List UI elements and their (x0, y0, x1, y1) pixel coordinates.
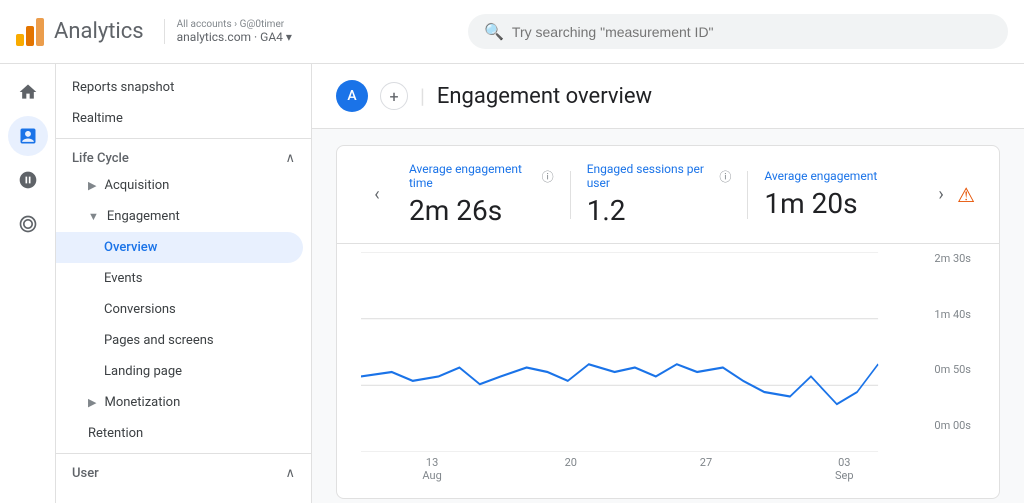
sidebar-item-pages-and-screens[interactable]: Pages and screens (56, 325, 303, 356)
nav-reports[interactable] (8, 116, 48, 156)
sidebar-item-events[interactable]: Events (56, 263, 303, 294)
page-title: Engagement overview (437, 84, 652, 109)
x-label-2: 27 (700, 456, 712, 482)
warning-icon: ⚠ (957, 183, 975, 207)
chart-area: 2m 30s 1m 40s 0m 50s 0m 00s (337, 244, 999, 498)
sidebar-item-realtime[interactable]: Realtime (56, 103, 311, 134)
info-icon-1[interactable]: ⓘ (719, 168, 731, 185)
account-path: All accounts › G@0timer (177, 19, 292, 30)
sidebar-item-monetization[interactable]: ▶ Monetization (56, 387, 303, 418)
metric-avg-engagement-time: Average engagement time ⓘ 2m 26s (393, 162, 570, 227)
metric-avg-engagement: Average engagement 1m 20s (748, 169, 925, 220)
sidebar-item-overview[interactable]: Overview (56, 232, 303, 263)
main-layout: Reports snapshot Realtime Life Cycle ∧ ▶… (0, 64, 1024, 503)
next-metric-button[interactable]: › (925, 179, 957, 211)
search-icon: 🔍 (484, 22, 504, 41)
x-label-1: 20 (565, 456, 577, 482)
sidebar-item-conversions[interactable]: Conversions (56, 294, 303, 325)
sidebar: Reports snapshot Realtime Life Cycle ∧ ▶… (56, 64, 312, 503)
nav-explore[interactable] (8, 160, 48, 200)
account-name: analytics.com · GA4 ▾ (177, 30, 292, 44)
sidebar-divider (56, 138, 311, 139)
logo-icon (16, 18, 44, 46)
metric-label-0: Average engagement time ⓘ (409, 162, 554, 190)
sidebar-section-lifecycle: Life Cycle ∧ (56, 143, 311, 170)
logo-bar-2 (26, 26, 34, 46)
x-label-3: 03 Sep (835, 456, 854, 482)
chart-x-axis: 13 Aug 20 27 03 Sep (361, 452, 975, 482)
page-header: A + | Engagement overview (312, 64, 1024, 129)
sidebar-item-engagement[interactable]: ▼ Engagement (56, 201, 303, 232)
chevron-down-icon: ▼ (88, 210, 99, 223)
info-icon-0[interactable]: ⓘ (542, 168, 554, 185)
chevron-up-icon-user: ∧ (285, 466, 295, 481)
logo-bar-3 (36, 18, 44, 46)
metric-value-0: 2m 26s (409, 194, 554, 227)
metrics-row: ‹ Average engagement time ⓘ 2m 26s Engag… (337, 146, 999, 244)
prev-metric-button[interactable]: ‹ (361, 179, 393, 211)
topbar: Analytics All accounts › G@0timer analyt… (0, 0, 1024, 64)
y-label-1: 1m 40s (934, 308, 971, 321)
chart-y-axis: 2m 30s 1m 40s 0m 50s 0m 00s (934, 252, 975, 432)
account-info[interactable]: All accounts › G@0timer analytics.com · … (164, 19, 292, 44)
app-title: Analytics (54, 19, 144, 44)
sidebar-item-landing-page[interactable]: Landing page (56, 356, 303, 387)
content-area: A + | Engagement overview ‹ Average enga… (312, 64, 1024, 503)
avatar-button[interactable]: A (336, 80, 368, 112)
logo-bar-1 (16, 34, 24, 46)
sidebar-item-acquisition[interactable]: ▶ Acquisition (56, 170, 303, 201)
metrics-card: ‹ Average engagement time ⓘ 2m 26s Engag… (336, 145, 1000, 499)
y-label-3: 0m 00s (934, 419, 971, 432)
search-bar[interactable]: 🔍 (468, 14, 1008, 49)
add-comparison-button[interactable]: + (380, 82, 408, 110)
nav-advertising[interactable] (8, 204, 48, 244)
y-label-2: 0m 50s (934, 363, 971, 376)
metric-value-1: 1.2 (587, 194, 732, 227)
y-label-0: 2m 30s (934, 252, 971, 265)
chart-svg (361, 252, 975, 452)
sidebar-item-reports-snapshot[interactable]: Reports snapshot (56, 72, 311, 103)
metric-label-2: Average engagement (764, 169, 909, 183)
logo: Analytics (16, 18, 144, 46)
sidebar-item-retention[interactable]: Retention (56, 418, 303, 449)
metric-value-2: 1m 20s (764, 187, 909, 220)
x-label-0: 13 Aug (422, 456, 441, 482)
chevron-up-icon: ∧ (285, 151, 295, 166)
sidebar-section-user: User ∧ (56, 458, 311, 485)
search-input[interactable] (512, 24, 992, 40)
chevron-right-icon: ▶ (88, 179, 96, 192)
sidebar-divider-2 (56, 453, 311, 454)
icon-nav (0, 64, 56, 503)
metric-engaged-sessions: Engaged sessions per user ⓘ 1.2 (571, 162, 748, 227)
header-divider: | (420, 84, 425, 108)
nav-home[interactable] (8, 72, 48, 112)
metric-label-1: Engaged sessions per user ⓘ (587, 162, 732, 190)
chevron-right-icon-mon: ▶ (88, 396, 96, 409)
